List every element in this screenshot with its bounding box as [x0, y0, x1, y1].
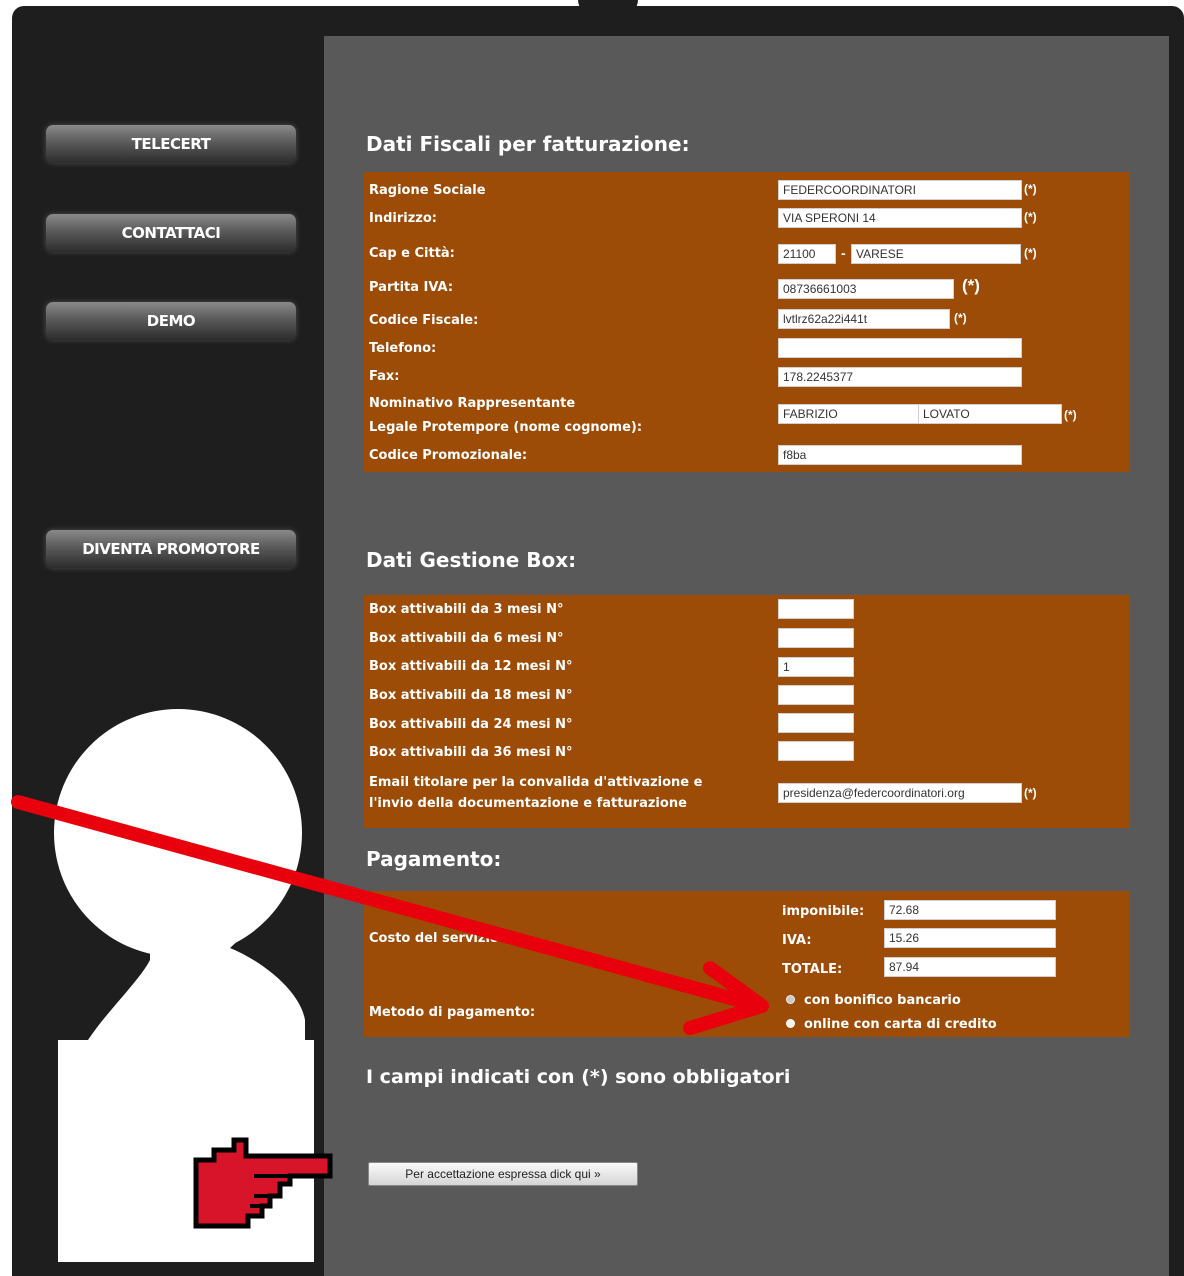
accept-submit-button[interactable]: Per accettazione espressa dick qui »: [368, 1162, 638, 1186]
required-fields-note: I campi indicati con (*) sono obbligator…: [366, 1066, 791, 1088]
